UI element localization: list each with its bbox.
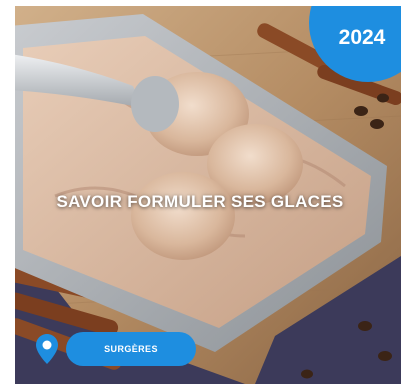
card-title[interactable]: SAVOIR FORMULER SES GLACES xyxy=(0,192,400,212)
map-pin-icon xyxy=(36,334,58,364)
location-row: SURGÈRES xyxy=(36,331,196,367)
location-button[interactable]: SURGÈRES xyxy=(66,332,196,366)
year-label: 2024 xyxy=(338,26,386,49)
